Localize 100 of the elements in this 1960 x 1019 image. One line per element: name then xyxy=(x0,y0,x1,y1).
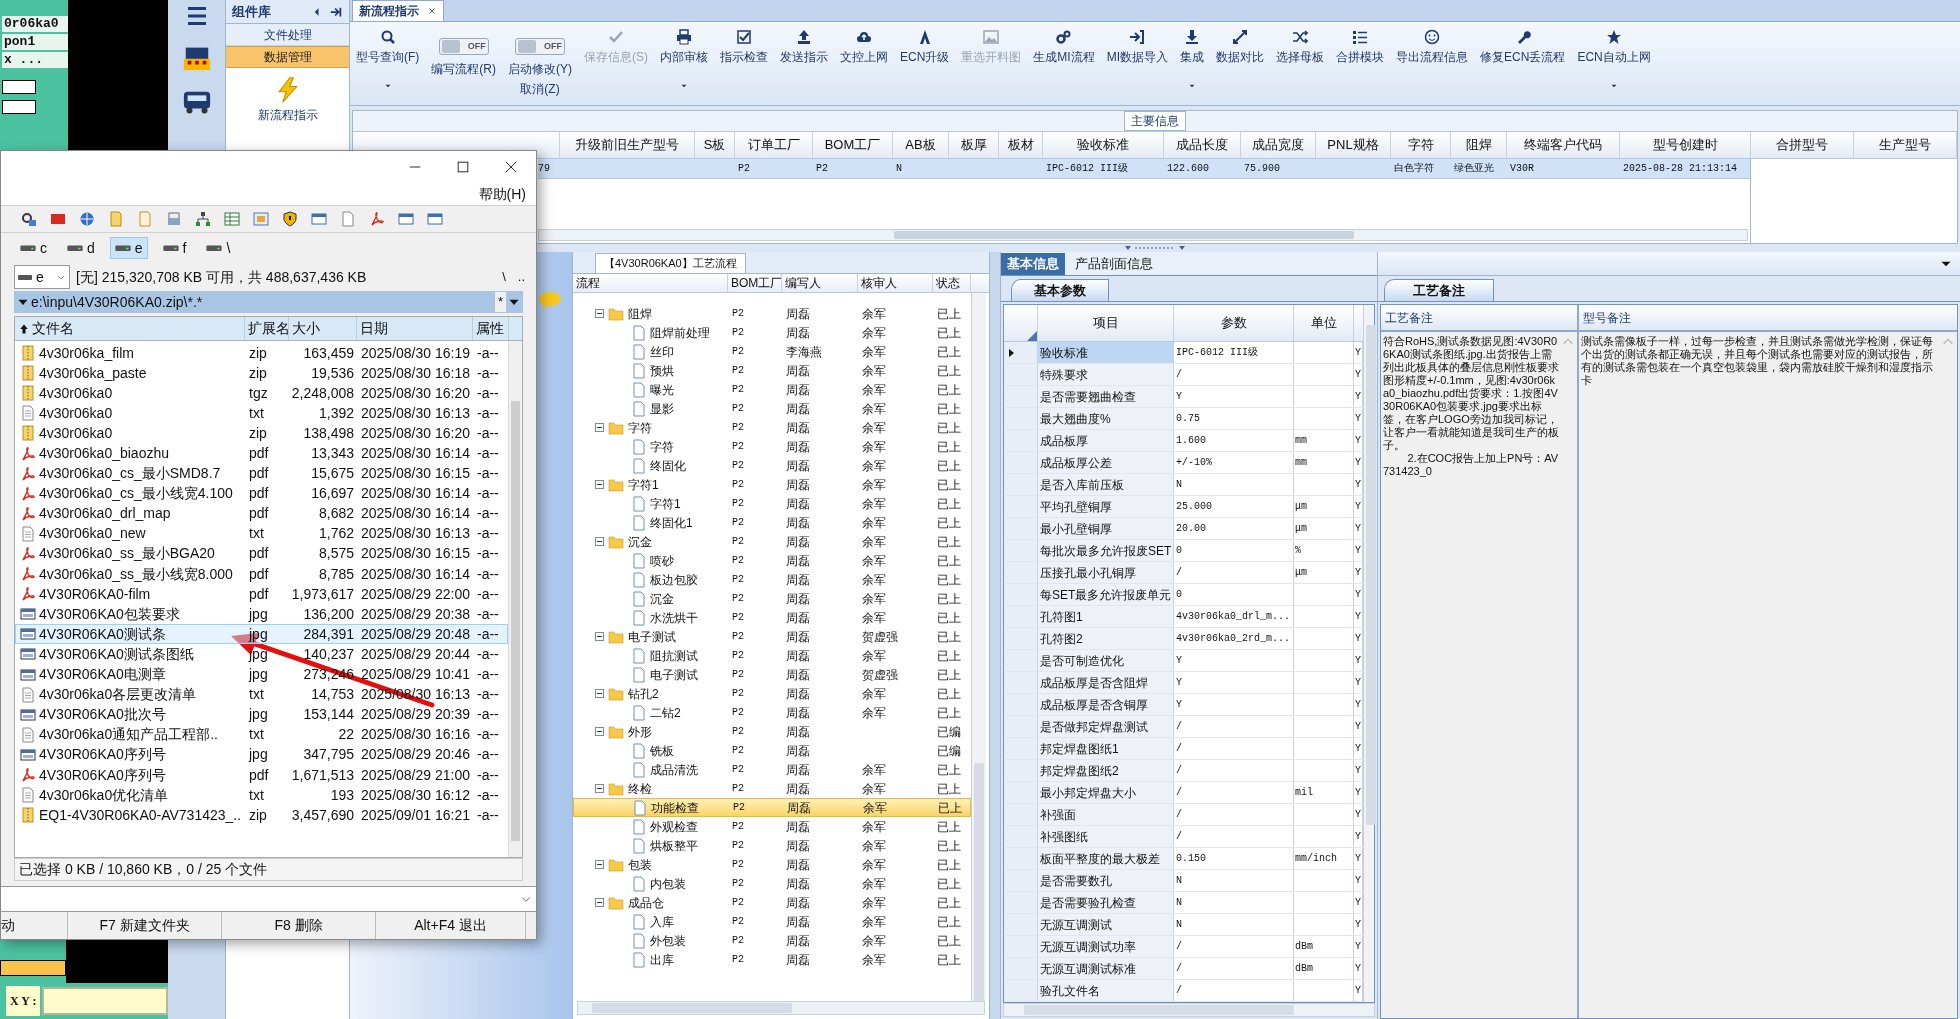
table-row[interactable]: 验孔文件名 / Y xyxy=(1004,980,1363,1002)
nav-button[interactable]: .. xyxy=(514,267,528,287)
tree-row[interactable]: 字符1 P2 周磊 余军 已上 xyxy=(573,475,971,494)
shortcut-button[interactable]: 新流程指示 xyxy=(226,68,349,124)
table-row[interactable]: 平均孔壁铜厚 25.000 μm Y xyxy=(1004,496,1363,518)
toolbar-button[interactable] xyxy=(21,211,37,227)
file-row[interactable]: 4V30R06KA0序列号 pdf 1,671,513 2025/08/29 21:00 -a-- xyxy=(15,764,508,786)
file-row[interactable]: 4v30r06ka0优化清单 txt 193 2025/08/30 16:12 -a-- xyxy=(15,785,508,806)
toolbar-button[interactable]: 指示检查 xyxy=(718,28,770,66)
table-row[interactable]: 成品板厚公差 +/-10% mm Y xyxy=(1004,452,1363,474)
table-row[interactable]: 成品板厚 1.600 mm Y xyxy=(1004,430,1363,452)
file-row[interactable]: 4V30R06KA0-film pdf 1,973,617 2025/08/29 22:00 -a-- xyxy=(15,584,508,605)
toolbar-button[interactable]: 发送指示 xyxy=(778,28,830,66)
table-row[interactable]: 验收标准 IPC-6012 III级 Y xyxy=(1004,342,1363,364)
table-row[interactable]: 压接孔最小孔铜厚 / μm Y xyxy=(1004,562,1363,584)
toolbar-button[interactable]: 合拼模块 xyxy=(1334,28,1387,66)
table-row[interactable]: 孔符图2 4v30r06ka0_2rd_m... Y xyxy=(1004,628,1363,650)
tree-row[interactable]: 终固化1 P2 周磊 余军 已上 xyxy=(573,513,971,532)
tree-row[interactable]: 板边包胶 P2 周磊 余军 已上 xyxy=(573,570,971,589)
table-row[interactable]: 成品板厚是否含阻焊 Y Y xyxy=(1004,672,1363,694)
toolbar-button[interactable]: 文控上网 xyxy=(838,28,890,66)
panel-item[interactable]: 数据管理 xyxy=(226,46,349,68)
tree-row[interactable]: 喷砂 P2 周磊 余军 已上 xyxy=(573,551,971,570)
toolbar-button[interactable]: 型号查询(F) xyxy=(354,28,422,91)
tree-row[interactable]: 二钻2 P2 周磊 余军 已上 xyxy=(573,703,971,722)
tree-row[interactable]: 内包装 P2 周磊 余军 已上 xyxy=(573,874,971,893)
drive-button[interactable]: f xyxy=(157,237,192,259)
tree-row[interactable]: 沉金 P2 周磊 余军 已上 xyxy=(573,589,971,608)
note-text[interactable]: 测试条需像板子一样，过每一步检查，并且测试条需做光学检测，保证每个出货的测试条都正确无误，并且每个测试条也需要对应的测试报告，所有的测试条需包装在一个真空包装袋里，袋内需放硅胶干燥剂和湿度指示卡 xyxy=(1581,335,1939,1018)
file-row[interactable]: 4V30R06KA0测试条图纸 jpg 140,237 2025/08/29 20:44 -a-- xyxy=(15,644,508,665)
tree-row[interactable]: 功能检查 P2 周磊 余军 已上 xyxy=(573,798,971,817)
table-row[interactable]: 成品板厚是否含铜厚 Y Y xyxy=(1004,694,1363,716)
file-row[interactable]: 4V30R06KA0测试条 jpg 284,391 2025/08/29 20:48 -a-- xyxy=(15,624,508,645)
file-row[interactable]: 4v30r06ka_film zip 163,459 2025/08/30 16:19 -a-- xyxy=(15,343,508,364)
file-row[interactable]: 4v30r06ka_paste zip 19,536 2025/08/30 16:18 -a-- xyxy=(15,363,508,384)
tab[interactable]: 基本参数 xyxy=(1011,279,1109,301)
file-row[interactable]: 4v30r06ka0_cs_最小线宽4.100 pdf 16,697 2025/08/30 16:14 -a-- xyxy=(15,483,508,504)
horizontal-scrollbar[interactable] xyxy=(538,229,1748,241)
vertical-scrollbar[interactable] xyxy=(971,293,986,1001)
tree-row[interactable]: 电子测试 P2 周磊 贺虚强 已上 xyxy=(573,627,971,646)
tree-row[interactable]: 烘板整平 P2 周磊 余军 已上 xyxy=(573,836,971,855)
drive-button[interactable]: c xyxy=(15,237,52,259)
menu-item[interactable]: 帮助(H) xyxy=(478,183,526,205)
table-row[interactable]: 邦定焊盘图纸2 / Y xyxy=(1004,760,1363,782)
drive-button[interactable]: \ xyxy=(201,237,236,259)
table-row[interactable]: 是否需要翘曲检查 Y Y xyxy=(1004,386,1363,408)
tree-row[interactable]: 出库 P2 周磊 余军 已上 xyxy=(573,950,971,969)
nav-button[interactable]: \ xyxy=(499,267,509,287)
filter-button[interactable]: * xyxy=(494,292,506,312)
horizontal-scrollbar[interactable] xyxy=(577,1001,985,1015)
file-row[interactable]: 4v30r06ka0_drl_map pdf 8,682 2025/08/30 16:14 -a-- xyxy=(15,503,508,524)
drive-dropdown[interactable]: e xyxy=(14,265,70,289)
tree-row[interactable]: 铣板 P2 周磊 已编 xyxy=(573,741,971,760)
tree-row[interactable]: 终检 P2 周磊 余军 已上 xyxy=(573,779,971,798)
tree-row[interactable]: 包装 P2 周磊 余军 已上 xyxy=(573,855,971,874)
tree-row[interactable]: 预烘 P2 周磊 余军 已上 xyxy=(573,361,971,380)
function-key-button[interactable]: F7 新建文件夹 xyxy=(68,912,222,939)
table-row[interactable]: 补强面 / Y xyxy=(1004,804,1363,826)
table-row[interactable]: 无源互调测试功率 / dBm Y xyxy=(1004,936,1363,958)
tree-row[interactable]: 水洗烘干 P2 周磊 余军 已上 xyxy=(573,608,971,627)
tree-row[interactable]: 电子测试 P2 周磊 贺虚强 已上 xyxy=(573,665,971,684)
file-row[interactable]: 4v30r06ka0通知产品工程部.. txt 22 2025/08/30 16:16 -a-- xyxy=(15,724,508,745)
tree-row[interactable]: 阻焊 P2 周磊 余军 已上 xyxy=(573,304,971,323)
table-row[interactable]: 特殊要求 / Y xyxy=(1004,364,1363,386)
tree-row[interactable]: 显影 P2 周磊 余军 已上 xyxy=(573,399,971,418)
tab[interactable]: 基本信息 xyxy=(1001,253,1065,275)
toolbar-button[interactable] xyxy=(282,211,298,227)
file-row[interactable]: 4v30r06ka0_biaozhu pdf 13,343 2025/08/30 16:14 -a-- xyxy=(15,443,508,464)
tree-row[interactable]: 沉金 P2 周磊 余军 已上 xyxy=(573,532,971,551)
function-key-button[interactable]: 动 xyxy=(1,912,68,939)
tree-row[interactable]: 阻抗测试 P2 周磊 余军 已上 xyxy=(573,646,971,665)
toolbar-button[interactable]: ECN自动上网 xyxy=(1575,28,1653,91)
tree-row[interactable]: 曝光 P2 周磊 余军 已上 xyxy=(573,380,971,399)
toggle-switch[interactable]: OFF xyxy=(438,38,489,55)
table-row[interactable]: 补强图纸 / Y xyxy=(1004,826,1363,848)
path-bar[interactable]: e:\inpu\4V30R06KA0.zip\*.* xyxy=(31,291,493,313)
tree-row[interactable]: 成品清洗 P2 周磊 余军 已上 xyxy=(573,760,971,779)
tree-row[interactable]: 终固化 P2 周磊 余军 已上 xyxy=(573,456,971,475)
table-row[interactable]: 是否可制造优化 Y Y xyxy=(1004,650,1363,672)
toolbar-button[interactable]: ECN升级 xyxy=(898,28,952,66)
file-row[interactable]: 4v30r06ka0_ss_最小线宽8.000 pdf 8,785 2025/08/30 16:14 -a-- xyxy=(15,564,508,585)
vertical-scrollbar[interactable] xyxy=(1363,305,1374,1002)
toolbar-button[interactable]: 选择母板 xyxy=(1274,28,1327,66)
table-row[interactable]: 最小孔壁铜厚 20.00 μm Y xyxy=(1004,518,1363,540)
toolbar-button[interactable]: 生成MI流程 xyxy=(1031,28,1097,66)
table-row[interactable]: 每批次最多允许报废SET 0 % Y xyxy=(1004,540,1363,562)
toggle-switch[interactable]: OFF xyxy=(515,38,565,55)
tree-row[interactable]: 字符1 P2 周磊 余军 已上 xyxy=(573,494,971,513)
tree-row[interactable]: 外观检查 P2 周磊 余军 已上 xyxy=(573,817,971,836)
toolbar-button[interactable]: 导出流程信息 xyxy=(1394,28,1471,66)
tree-row[interactable]: 外包装 P2 周磊 余军 已上 xyxy=(573,931,971,950)
tree-row[interactable]: 钻孔2 P2 周磊 余军 已上 xyxy=(573,684,971,703)
panel-item[interactable]: 文件处理 xyxy=(226,24,349,46)
table-row[interactable]: 最小邦定焊盘大小 / mil Y xyxy=(1004,782,1363,804)
table-row[interactable]: 每SET最多允许报废单元 0 Y xyxy=(1004,584,1363,606)
tree-row[interactable]: 成品仓 P2 周磊 余军 已上 xyxy=(573,893,971,912)
table-row[interactable]: 无源互调测试 N Y xyxy=(1004,914,1363,936)
tree-row[interactable]: 字符 P2 周磊 余军 已上 xyxy=(573,437,971,456)
tree-row[interactable]: 阻焊前处理 P2 周磊 余军 已上 xyxy=(573,323,971,342)
file-row[interactable]: EQ1-4V30R06KA0-AV731423_.. zip 3,457,690 2025/09/01 16:21 -a-- xyxy=(15,805,508,826)
